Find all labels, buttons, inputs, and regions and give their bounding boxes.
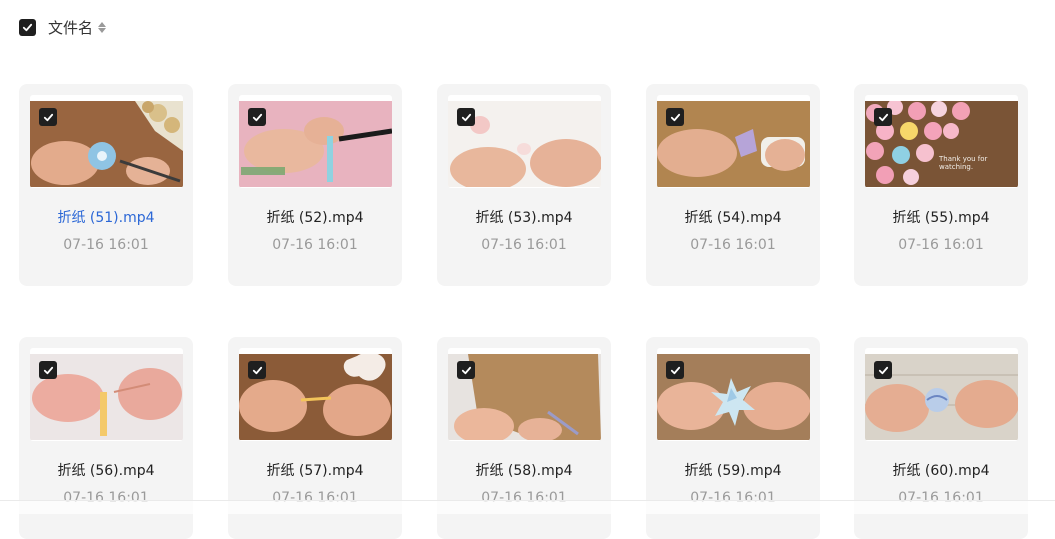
bottom-fade-overlay — [0, 501, 1055, 514]
file-date: 07-16 16:01 — [272, 237, 358, 253]
video-thumbnail[interactable] — [448, 348, 601, 441]
file-name[interactable]: 折纸 (59).mp4 — [646, 460, 820, 480]
file-card[interactable]: 折纸 (54).mp4 07-16 16:01 — [646, 84, 820, 286]
file-date: 07-16 16:01 — [898, 237, 984, 253]
file-name[interactable]: 折纸 (53).mp4 — [437, 207, 611, 227]
video-thumbnail[interactable] — [30, 348, 183, 441]
check-icon — [252, 366, 262, 374]
file-card[interactable]: 折纸 (51).mp4 07-16 16:01 — [19, 84, 193, 286]
file-checkbox[interactable] — [874, 361, 892, 379]
video-thumbnail[interactable] — [657, 95, 810, 188]
check-icon — [43, 113, 53, 121]
check-icon — [878, 113, 888, 121]
video-thumbnail[interactable] — [239, 95, 392, 188]
file-card[interactable]: Thank you for watching. 折纸 (55).mp4 07-1… — [854, 84, 1028, 286]
video-thumbnail[interactable] — [239, 348, 392, 441]
check-icon — [878, 366, 888, 374]
file-name[interactable]: 折纸 (55).mp4 — [854, 207, 1028, 227]
file-card[interactable]: 折纸 (53).mp4 07-16 16:01 — [437, 84, 611, 286]
check-icon — [43, 366, 53, 374]
file-name[interactable]: 折纸 (51).mp4 — [19, 207, 193, 227]
file-checkbox[interactable] — [248, 108, 266, 126]
file-name[interactable]: 折纸 (56).mp4 — [19, 460, 193, 480]
check-icon — [22, 23, 33, 31]
check-icon — [670, 113, 680, 121]
file-name[interactable]: 折纸 (58).mp4 — [437, 460, 611, 480]
file-card[interactable]: 折纸 (52).mp4 07-16 16:01 — [228, 84, 402, 286]
file-name[interactable]: 折纸 (60).mp4 — [854, 460, 1028, 480]
file-checkbox[interactable] — [457, 361, 475, 379]
file-checkbox[interactable] — [874, 108, 892, 126]
filename-column-header[interactable]: 文件名 — [48, 17, 93, 38]
video-thumbnail[interactable] — [448, 95, 601, 188]
check-icon — [670, 366, 680, 374]
video-thumbnail[interactable]: Thank you for watching. — [865, 95, 1018, 188]
file-checkbox[interactable] — [457, 108, 475, 126]
select-all-checkbox[interactable] — [19, 18, 36, 36]
sort-icon[interactable] — [98, 21, 107, 33]
file-checkbox[interactable] — [248, 361, 266, 379]
file-checkbox[interactable] — [666, 108, 684, 126]
file-date: 07-16 16:01 — [481, 237, 567, 253]
list-header: 文件名 — [19, 14, 107, 40]
file-checkbox[interactable] — [39, 361, 57, 379]
check-icon — [252, 113, 262, 121]
video-thumbnail[interactable] — [657, 348, 810, 441]
file-name[interactable]: 折纸 (57).mp4 — [228, 460, 402, 480]
file-date: 07-16 16:01 — [690, 237, 776, 253]
video-thumbnail[interactable] — [30, 95, 183, 188]
check-icon — [461, 113, 471, 121]
file-checkbox[interactable] — [666, 361, 684, 379]
check-icon — [461, 366, 471, 374]
file-checkbox[interactable] — [39, 108, 57, 126]
thumbnail-caption: Thank you for watching. — [939, 155, 988, 171]
file-date: 07-16 16:01 — [63, 237, 149, 253]
file-name[interactable]: 折纸 (52).mp4 — [228, 207, 402, 227]
file-name[interactable]: 折纸 (54).mp4 — [646, 207, 820, 227]
video-thumbnail[interactable] — [865, 348, 1018, 441]
